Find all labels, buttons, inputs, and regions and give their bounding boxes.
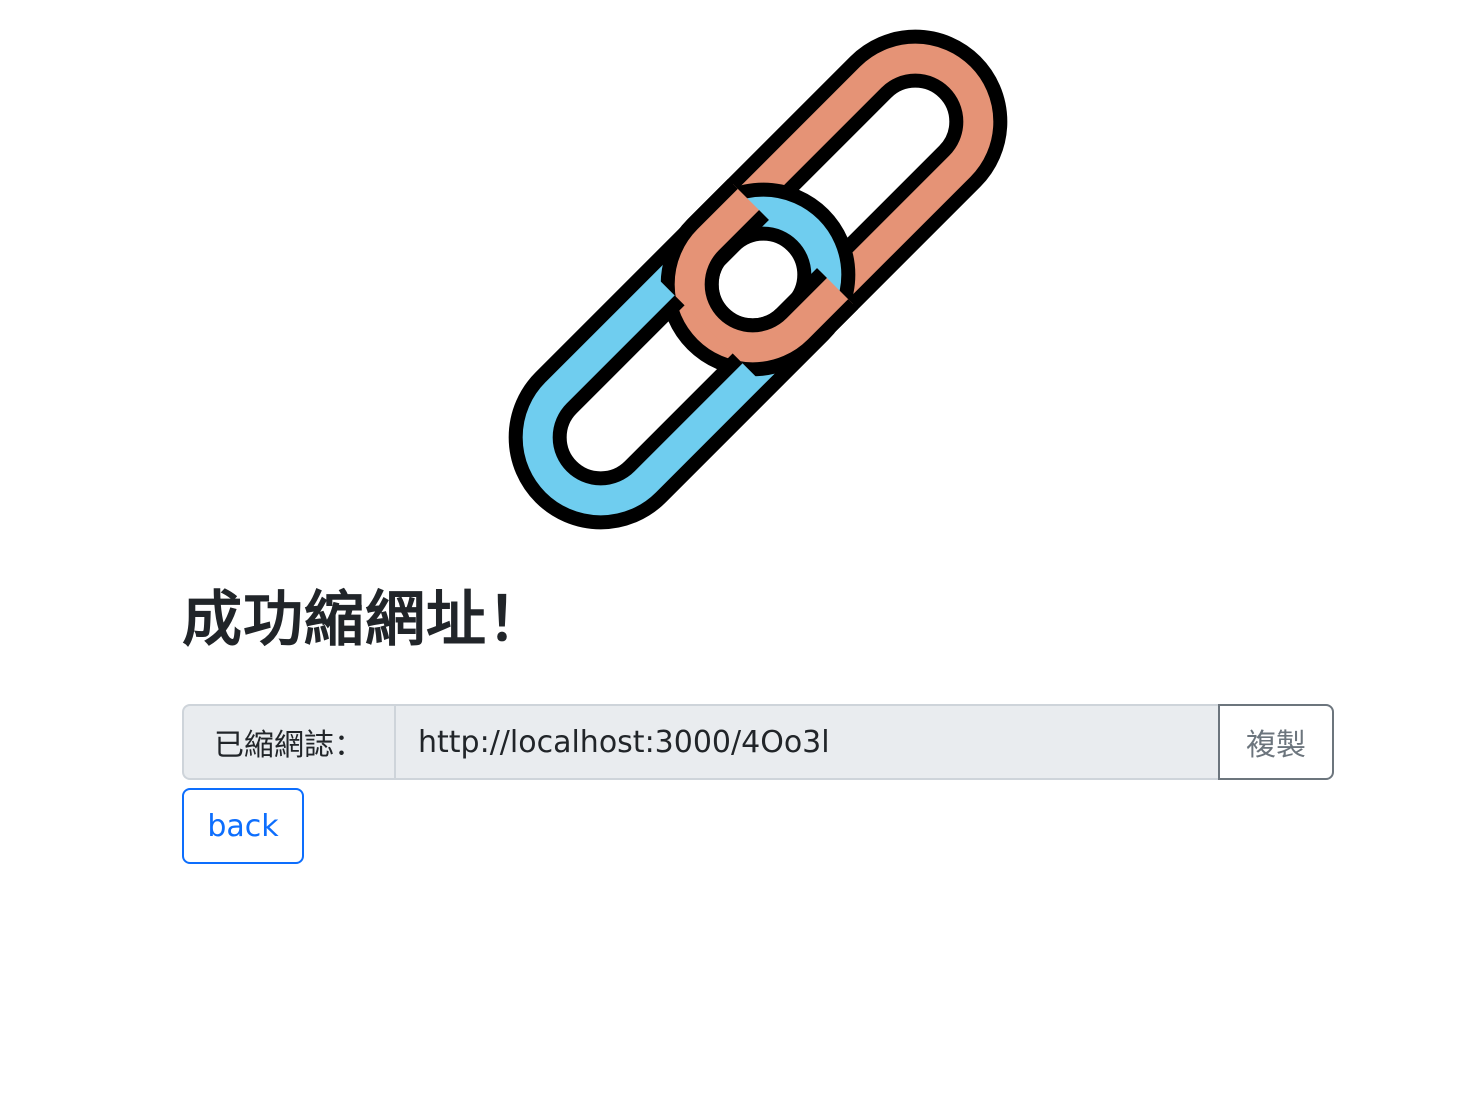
- chain-link-icon: [508, 29, 1008, 530]
- short-url-group: 已縮網誌： 複製: [182, 704, 1334, 780]
- page-title: 成功縮網址！: [182, 585, 548, 655]
- copy-button[interactable]: 複製: [1218, 704, 1334, 780]
- logo: [504, 28, 1012, 536]
- short-url-label: 已縮網誌：: [182, 704, 394, 780]
- back-button[interactable]: back: [182, 788, 304, 864]
- short-url-field[interactable]: [394, 704, 1220, 780]
